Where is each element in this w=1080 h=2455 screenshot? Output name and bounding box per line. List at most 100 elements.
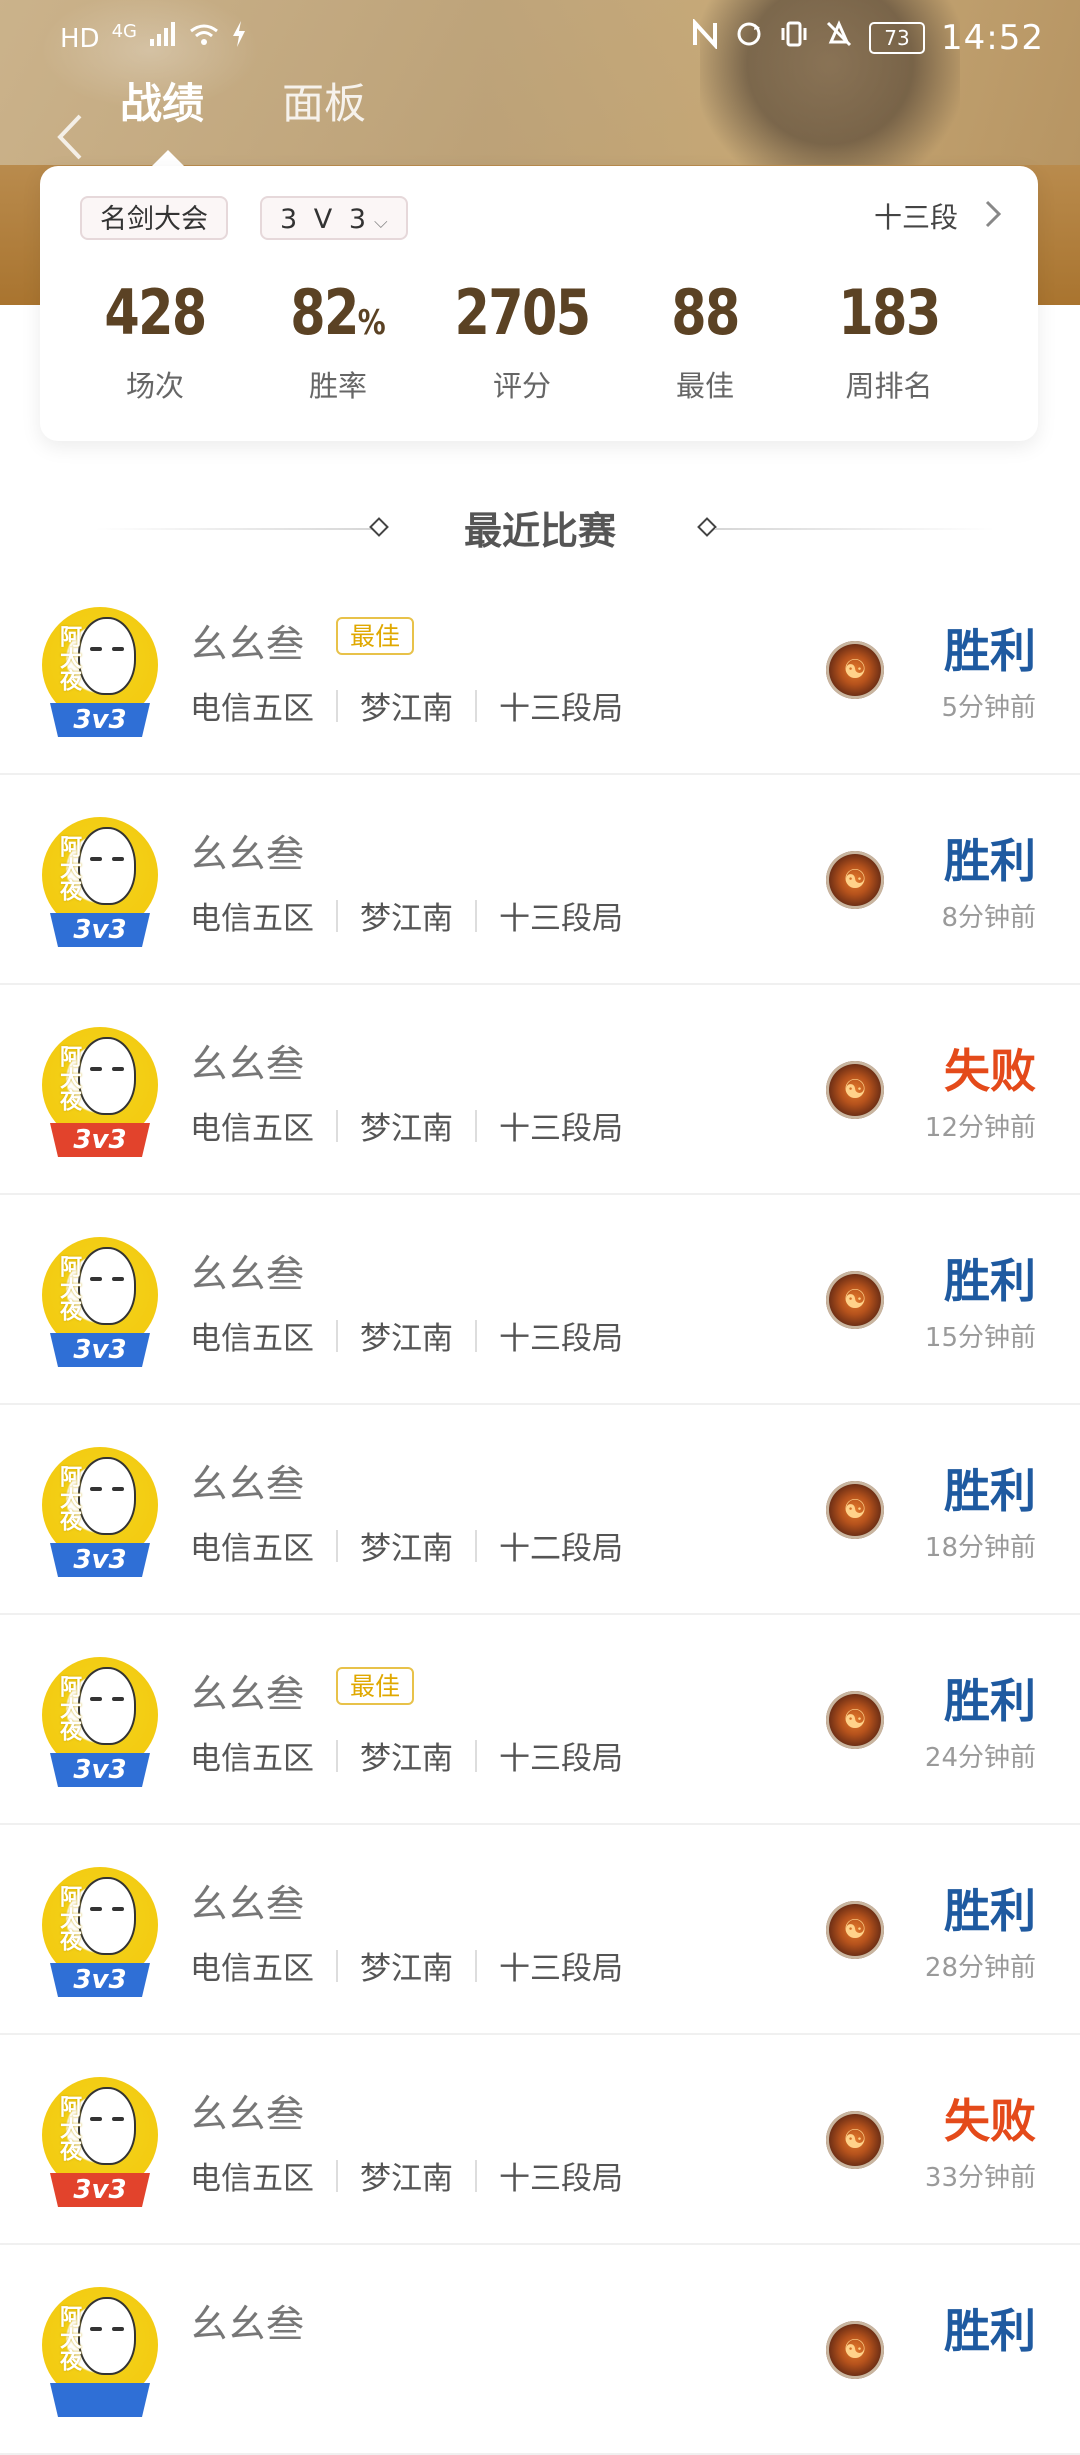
meta-separator — [336, 899, 338, 932]
stat-best: 88 最佳 — [610, 276, 800, 405]
meta-separator — [475, 1949, 477, 1982]
stat-rating-value: 2705 — [454, 276, 592, 349]
match-time: 33分钟前 — [924, 2163, 1036, 2193]
server-name: 电信五区 — [190, 1321, 314, 1357]
stats-card: 名剑大会 3 V 3 ⌵ 十三段 428 场次 82% 胜率 2705 评分 88… — [40, 166, 1038, 441]
meta-separator — [336, 1109, 338, 1142]
hero-class-icon: ☯ — [826, 1271, 884, 1329]
player-name: 幺幺叁 — [190, 1882, 305, 1926]
mode-tag: 3v3 — [50, 1543, 150, 1577]
stat-rating-label: 评分 — [492, 369, 551, 403]
avatar: 阿大夜 3v3 — [42, 2077, 158, 2211]
match-row[interactable]: 阿大夜 3v3 幺幺叁 电信五区 梦江南 十三段局 ☯ 胜利 8分钟前 — [0, 775, 1080, 985]
match-time: 24分钟前 — [924, 1743, 1036, 1773]
avatar: 阿大夜 3v3 — [42, 607, 158, 741]
match-result: 胜利 — [944, 624, 1036, 678]
meta-separator — [475, 899, 477, 932]
player-name: 幺幺叁 — [190, 832, 305, 876]
match-result: 胜利 — [944, 1464, 1036, 1518]
match-row[interactable]: 阿大夜 幺幺叁 ☯ 胜利 — [0, 2245, 1080, 2455]
server-name: 电信五区 — [190, 1111, 314, 1147]
match-meta: 电信五区 梦江南 十三段局 — [190, 683, 623, 728]
hero-class-icon: ☯ — [826, 641, 884, 699]
match-time: 12分钟前 — [924, 1113, 1036, 1143]
hero-class-icon: ☯ — [826, 1901, 884, 1959]
type-filter-label: 3 V 3 — [280, 204, 370, 235]
match-time: 5分钟前 — [941, 693, 1036, 723]
rank-label: 十三段 — [873, 201, 958, 234]
stat-matches: 428 场次 — [60, 276, 250, 405]
match-meta: 电信五区 梦江南 十三段局 — [190, 1733, 623, 1778]
best-badge: 最佳 — [336, 1667, 415, 1705]
match-row[interactable]: 阿大夜 3v3 幺幺叁 最佳 电信五区 梦江南 十三段局 ☯ 胜利 24分钟前 — [0, 1615, 1080, 1825]
match-row[interactable]: 阿大夜 3v3 幺幺叁 电信五区 梦江南 十二段局 ☯ 胜利 18分钟前 — [0, 1405, 1080, 1615]
player-name: 幺幺叁 — [190, 1252, 305, 1296]
back-button[interactable] — [52, 112, 88, 162]
stat-matches-label: 场次 — [125, 369, 184, 403]
match-list: 阿大夜 3v3 幺幺叁 最佳 电信五区 梦江南 十三段局 ☯ 胜利 5分钟前 阿… — [0, 565, 1080, 2455]
match-result: 胜利 — [944, 834, 1036, 888]
signal-icon — [149, 21, 177, 56]
avatar: 阿大夜 3v3 — [42, 1447, 158, 1581]
match-row[interactable]: 阿大夜 3v3 幺幺叁 电信五区 梦江南 十三段局 ☯ 失败 12分钟前 — [0, 985, 1080, 1195]
realm-name: 梦江南 — [360, 2161, 453, 2197]
tab-record[interactable]: 战绩 — [120, 70, 204, 131]
server-name: 电信五区 — [190, 1741, 314, 1777]
mode-tag: 3v3 — [50, 703, 150, 737]
mode-tag: 3v3 — [50, 2173, 150, 2207]
server-name: 电信五区 — [190, 2161, 314, 2197]
tab-panel[interactable]: 面板 — [282, 70, 366, 131]
avatar: 阿大夜 3v3 — [42, 1867, 158, 2001]
hero-class-icon: ☯ — [826, 2321, 884, 2379]
type-filter-dropdown[interactable]: 3 V 3 ⌵ — [260, 196, 408, 240]
meta-separator — [336, 1529, 338, 1562]
match-row[interactable]: 阿大夜 3v3 幺幺叁 最佳 电信五区 梦江南 十三段局 ☯ 胜利 5分钟前 — [0, 565, 1080, 775]
stat-winrate-label: 胜率 — [308, 369, 367, 403]
mode-filter-chip[interactable]: 名剑大会 — [80, 196, 228, 240]
match-meta: 电信五区 梦江南 十三段局 — [190, 2153, 623, 2198]
match-row[interactable]: 阿大夜 3v3 幺幺叁 电信五区 梦江南 十三段局 ☯ 失败 33分钟前 — [0, 2035, 1080, 2245]
stat-winrate-value: 82% — [290, 276, 386, 349]
best-badge: 最佳 — [336, 617, 415, 655]
mode-tag: 3v3 — [50, 1963, 150, 1997]
meta-separator — [336, 689, 338, 722]
player-name: 幺幺叁 — [190, 1672, 305, 1716]
rank-link[interactable]: 十三段 — [874, 196, 1002, 240]
realm-name: 梦江南 — [360, 1111, 453, 1147]
mode-tag: 3v3 — [50, 1753, 150, 1787]
match-meta: 电信五区 梦江南 十二段局 — [190, 1523, 623, 1568]
chevron-down-icon: ⌵ — [374, 212, 388, 233]
stat-matches-value: 428 — [104, 276, 207, 349]
mode-tag: 3v3 — [50, 1333, 150, 1367]
stat-weekly-rank-value: 183 — [838, 276, 941, 349]
battery-indicator: 73 — [869, 22, 926, 54]
meta-separator — [336, 1319, 338, 1352]
match-result: 失败 — [944, 1044, 1036, 1098]
match-meta: 电信五区 梦江南 十三段局 — [190, 893, 623, 938]
hd-indicator: HD — [60, 23, 100, 54]
avatar: 阿大夜 3v3 — [42, 1027, 158, 1161]
match-result: 胜利 — [944, 1884, 1036, 1938]
rank-bracket: 十三段局 — [499, 1111, 623, 1147]
rank-bracket: 十三段局 — [499, 1741, 623, 1777]
meta-separator — [475, 1529, 477, 1562]
stat-best-value: 88 — [671, 276, 740, 349]
realm-name: 梦江南 — [360, 691, 453, 727]
server-name: 电信五区 — [190, 1951, 314, 1987]
section-divider-right — [715, 528, 995, 530]
match-time: 8分钟前 — [941, 903, 1036, 933]
hero-class-icon: ☯ — [826, 2111, 884, 2169]
realm-name: 梦江南 — [360, 1321, 453, 1357]
mode-tag: 3v3 — [50, 913, 150, 947]
hero-class-icon: ☯ — [826, 1481, 884, 1539]
match-row[interactable]: 阿大夜 3v3 幺幺叁 电信五区 梦江南 十三段局 ☯ 胜利 15分钟前 — [0, 1195, 1080, 1405]
active-tab-indicator — [152, 150, 184, 166]
match-result: 胜利 — [944, 1254, 1036, 1308]
meta-separator — [336, 2159, 338, 2192]
match-row[interactable]: 阿大夜 3v3 幺幺叁 电信五区 梦江南 十三段局 ☯ 胜利 28分钟前 — [0, 1825, 1080, 2035]
realm-name: 梦江南 — [360, 1741, 453, 1777]
avatar: 阿大夜 3v3 — [42, 1657, 158, 1791]
vibrate-icon — [779, 20, 809, 57]
status-bar: HD 4G 73 14:52 — [0, 0, 1080, 74]
meta-separator — [336, 1739, 338, 1772]
